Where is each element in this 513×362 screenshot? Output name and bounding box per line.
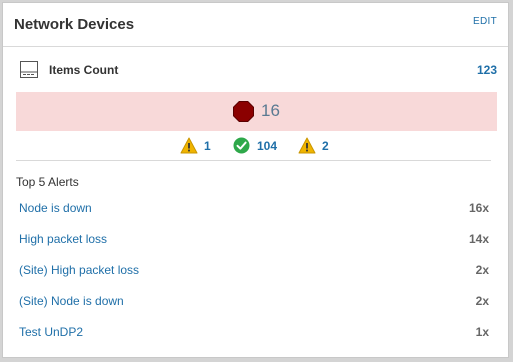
critical-count: 16: [261, 101, 280, 120]
items-count-label: Items Count: [49, 63, 119, 77]
alert-name[interactable]: (Site) Node is down: [19, 294, 124, 308]
widget-header: Network Devices EDIT: [3, 3, 508, 47]
alert-row[interactable]: Node is down 16x: [3, 201, 508, 221]
ok-count: 104: [257, 139, 278, 153]
alert-count: 1x: [475, 325, 489, 339]
network-devices-widget: Network Devices EDIT Items Count 123 16 …: [2, 2, 509, 358]
alert-name[interactable]: (Site) High packet loss: [19, 263, 139, 277]
alert-count: 16x: [468, 201, 489, 215]
top-alerts-title: Top 5 Alerts: [16, 175, 79, 189]
critical-status-band[interactable]: 16: [16, 92, 497, 131]
items-count-value[interactable]: 123: [477, 63, 497, 77]
widget-title: Network Devices: [14, 16, 135, 33]
alert-name[interactable]: High packet loss: [19, 232, 107, 246]
section-divider: [16, 160, 491, 161]
items-count-row: Items Count 123: [3, 58, 508, 84]
alert-row[interactable]: High packet loss 14x: [3, 232, 508, 252]
warning-icon: [180, 137, 198, 154]
alert-row[interactable]: Test UnDP2 1x: [3, 325, 508, 345]
alert-count: 2x: [475, 294, 489, 308]
ok-check-icon: [233, 137, 250, 154]
alert-count: 14x: [468, 232, 489, 246]
warning-count: 1: [204, 139, 211, 153]
alert-count: 2x: [475, 263, 489, 277]
alert-name[interactable]: Node is down: [19, 201, 92, 215]
warning-icon: [298, 137, 316, 154]
critical-stop-icon: [233, 101, 254, 122]
edit-link[interactable]: EDIT: [473, 16, 497, 27]
alert-row[interactable]: (Site) High packet loss 2x: [3, 263, 508, 283]
alert-row[interactable]: (Site) Node is down 2x: [3, 294, 508, 314]
alert-name[interactable]: Test UnDP2: [19, 325, 83, 339]
warning-count-2: 2: [322, 139, 329, 153]
network-device-icon: [20, 61, 38, 78]
status-summary-row: 1 104 2: [3, 136, 508, 156]
